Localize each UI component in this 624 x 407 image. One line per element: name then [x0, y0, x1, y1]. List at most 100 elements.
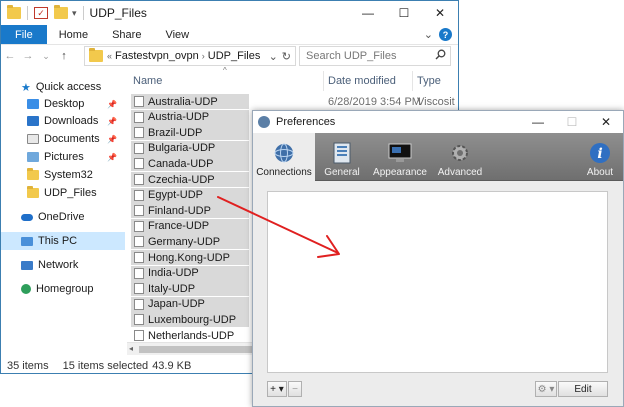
file-icon: [134, 96, 144, 107]
maximize-button[interactable]: ☐: [386, 1, 422, 25]
nav-label: Network: [38, 259, 79, 271]
nav-pictures[interactable]: Pictures 📌: [1, 148, 125, 166]
close-button[interactable]: ✕: [422, 1, 458, 25]
file-row[interactable]: Czechia-UDP: [131, 172, 249, 187]
column-header-name[interactable]: Name: [133, 71, 162, 91]
up-button[interactable]: ↑: [55, 50, 73, 62]
close-button[interactable]: ✕: [589, 111, 623, 133]
pin-icon[interactable]: 📌: [107, 100, 117, 109]
file-row[interactable]: Hong.Kong-UDP: [131, 250, 249, 265]
tab-about[interactable]: i About: [579, 133, 621, 181]
column-header-date[interactable]: Date modified: [328, 71, 396, 91]
file-row[interactable]: Australia-UDP: [131, 94, 249, 109]
nav-label: System32: [44, 169, 93, 181]
preferences-titlebar: Preferences — ☐ ✕: [253, 111, 623, 133]
file-row[interactable]: Japan-UDP: [131, 296, 249, 312]
file-name: Egypt-UDP: [148, 189, 204, 202]
file-row[interactable]: Germany-UDP: [131, 234, 249, 250]
nav-this-pc[interactable]: This PC: [1, 232, 125, 250]
tab-file[interactable]: File: [1, 25, 47, 44]
connections-list[interactable]: [267, 191, 608, 373]
add-connection-button[interactable]: + ▾: [267, 381, 287, 397]
search-input[interactable]: Search UDP_Files: [299, 46, 451, 66]
file-name: Hong.Kong-UDP: [148, 251, 230, 264]
nav-network[interactable]: Network: [1, 256, 125, 274]
file-name: France-UDP: [148, 220, 210, 233]
address-dropdown-icon[interactable]: ⌄: [269, 50, 278, 63]
column-divider[interactable]: [412, 71, 413, 91]
file-name: Finland-UDP: [148, 204, 211, 217]
new-folder-icon[interactable]: [54, 5, 68, 19]
minimize-button[interactable]: —: [350, 1, 386, 25]
nav-desktop[interactable]: Desktop 📌: [1, 95, 125, 113]
tab-connections[interactable]: Connections: [253, 133, 315, 181]
appearance-icon: [388, 142, 412, 164]
breadcrumb-fastestvpn[interactable]: Fastestvpn_ovpn: [115, 50, 199, 62]
file-icon: [134, 236, 144, 248]
tab-advanced[interactable]: Advanced: [433, 133, 487, 181]
nav-onedrive[interactable]: OneDrive: [1, 208, 125, 226]
nav-quick-access[interactable]: ★ Quick access: [1, 78, 125, 96]
tab-share[interactable]: Share: [100, 25, 153, 44]
breadcrumb-udp-files[interactable]: UDP_Files: [208, 50, 261, 62]
remove-connection-button[interactable]: −: [288, 381, 302, 397]
file-name: Japan-UDP: [148, 298, 205, 311]
file-icon: [134, 252, 144, 263]
file-name: Bulgaria-UDP: [148, 142, 216, 155]
scroll-left-icon[interactable]: ◂: [129, 344, 133, 353]
file-row[interactable]: Egypt-UDP: [131, 187, 249, 203]
pin-icon[interactable]: 📌: [107, 153, 117, 162]
maximize-button[interactable]: ☐: [555, 111, 589, 133]
tab-home[interactable]: Home: [47, 25, 100, 44]
nav-udp-files[interactable]: UDP_Files: [1, 184, 125, 202]
file-row[interactable]: Luxembourg-UDP: [131, 312, 249, 328]
nav-documents[interactable]: Documents 📌: [1, 130, 125, 148]
column-divider[interactable]: [323, 71, 324, 91]
file-date: 6/28/2019 3:54 PM: [328, 95, 421, 108]
nav-label: Downloads: [44, 115, 99, 127]
nav-homegroup[interactable]: Homegroup: [1, 280, 125, 298]
file-name: Netherlands-UDP: [148, 329, 235, 342]
file-row[interactable]: France-UDP: [131, 218, 249, 234]
tab-view[interactable]: View: [153, 25, 201, 44]
window-title: UDP_Files: [89, 6, 147, 20]
file-row[interactable]: Austria-UDP: [131, 109, 249, 125]
actions-gear-button[interactable]: ⚙ ▾: [535, 381, 557, 397]
nav-downloads[interactable]: Downloads 📌: [1, 112, 125, 130]
file-icon: [134, 189, 144, 201]
file-row[interactable]: Netherlands-UDP: [131, 328, 249, 343]
minimize-button[interactable]: —: [521, 111, 555, 133]
customize-quick-access-icon[interactable]: ▾: [72, 8, 77, 19]
tab-appearance[interactable]: Appearance: [367, 133, 433, 181]
connections-icon: [272, 142, 296, 164]
expand-ribbon-icon[interactable]: ⌄: [424, 28, 433, 41]
tab-label: About: [586, 167, 614, 178]
file-row[interactable]: Bulgaria-UDP: [131, 140, 249, 156]
file-row[interactable]: Brazil-UDP: [131, 125, 249, 141]
file-row[interactable]: Canada-UDP: [131, 156, 249, 172]
address-box[interactable]: « Fastestvpn_ovpn › UDP_Files ⌄ ↻: [84, 46, 296, 66]
forward-button[interactable]: →: [19, 50, 37, 62]
refresh-icon[interactable]: ↻: [282, 50, 291, 63]
recent-locations-button[interactable]: ⌄: [37, 51, 55, 62]
file-name: Italy-UDP: [148, 282, 196, 295]
pin-icon[interactable]: 📌: [107, 135, 117, 144]
file-name: Czechia-UDP: [148, 173, 215, 186]
file-icon: [134, 127, 144, 139]
properties-icon[interactable]: ✓: [34, 7, 48, 19]
help-icon[interactable]: ?: [439, 28, 452, 41]
file-type: Viscosit: [417, 95, 455, 108]
edit-button[interactable]: Edit: [558, 381, 608, 397]
breadcrumb-overflow[interactable]: «: [107, 51, 112, 61]
file-row[interactable]: India-UDP: [131, 265, 249, 281]
tab-general[interactable]: General: [317, 133, 367, 181]
file-icon: [134, 205, 144, 217]
nav-system32[interactable]: System32: [1, 166, 125, 184]
back-button[interactable]: ←: [1, 50, 19, 62]
file-row[interactable]: Finland-UDP: [131, 203, 249, 219]
pin-icon[interactable]: 📌: [107, 117, 117, 126]
column-header-type[interactable]: Type: [417, 71, 441, 91]
file-row[interactable]: Italy-UDP: [131, 281, 249, 297]
breadcrumb-separator[interactable]: ›: [202, 51, 205, 61]
folder-icon: [7, 5, 21, 19]
